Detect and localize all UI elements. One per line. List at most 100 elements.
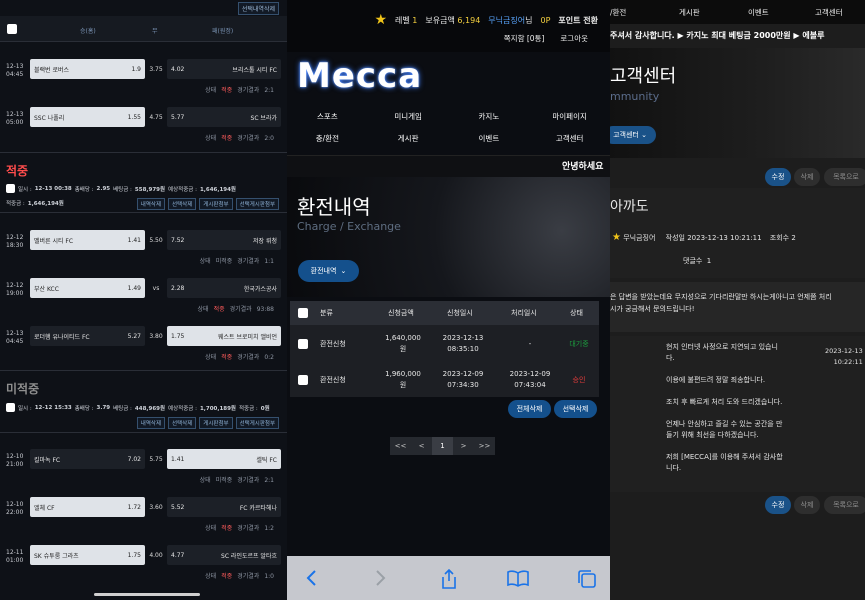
support-dropdown[interactable]: 고객센터 ⌄ <box>610 126 656 144</box>
delete-selected-history-button[interactable]: 선택내역삭제 <box>237 2 279 15</box>
match-time: 12-10 22:00 <box>6 501 24 516</box>
nav-charge-exchange[interactable]: 충/환전 <box>287 133 368 144</box>
forward-icon[interactable] <box>375 569 387 587</box>
tabs-icon[interactable] <box>577 569 597 589</box>
post-meta: ★ 무닉금징어 작성일 2023-12-13 10:21:11 조회수 2 <box>612 232 796 243</box>
home-odds-button[interactable]: SK 슈투룸 그라츠 1.75 <box>30 545 145 565</box>
attach-board-button[interactable]: 게시판첨부 <box>199 417 233 429</box>
draw-odds: 3.80 <box>149 332 163 340</box>
delete-selected-button[interactable]: 선택삭제 <box>168 198 197 210</box>
select-all-checkbox[interactable] <box>298 308 308 318</box>
home-odds-button[interactable]: 로더햄 유나이티드 FC 5.27 <box>30 326 145 346</box>
away-odds-button[interactable]: 1.75 웨스트 브로미치 앨비언 <box>167 326 281 346</box>
row-checkbox[interactable] <box>298 339 308 349</box>
attach-board-button[interactable]: 게시판첨부 <box>199 198 233 210</box>
logout-link[interactable]: 로그아웃 <box>560 33 588 44</box>
match-status: 상태 적중 경기결과 0:2 <box>205 354 274 361</box>
nav-event[interactable]: 이벤트 <box>449 133 530 144</box>
row-checkbox[interactable] <box>298 375 308 385</box>
miss-slip-checkbox[interactable] <box>6 403 15 412</box>
nav-board[interactable]: 게시판 <box>368 133 449 144</box>
home-odds-button[interactable]: 블랙번 로버스 1.9 <box>30 59 145 79</box>
delete-button[interactable]: 삭제 <box>794 496 820 514</box>
away-odds-button[interactable]: 5.52 FC 카르타헤나 <box>167 497 281 517</box>
nav-event[interactable]: 이벤트 <box>748 7 769 18</box>
match-time: 12-13 05:00 <box>6 111 24 126</box>
answer-line: 들기 위해 최선을 다하겠습니다. <box>666 431 759 439</box>
col-request-date: 신청일시 <box>447 309 473 317</box>
nav-support[interactable]: 고객센터 <box>815 7 843 18</box>
match-row: 12-13 05:00 SSC 나폴리 1.55 4.75 5.77 SC 브라가 상… <box>0 103 287 151</box>
prev-page-button[interactable]: < <box>411 437 432 455</box>
list-button[interactable]: 목록으로 <box>824 496 865 514</box>
header-away: 패(원정) <box>212 28 234 35</box>
delete-history-button[interactable]: 내역삭제 <box>136 198 166 210</box>
site-logo[interactable]: Mecca <box>297 56 422 96</box>
miss-slip-buttons: 내역삭제 선택삭제 게시판첨부 선택게시판첨부 <box>136 417 279 429</box>
home-odds-button[interactable]: 킬마녹 FC 7.02 <box>30 449 145 469</box>
first-page-button[interactable]: << <box>390 437 411 455</box>
delete-history-button[interactable]: 내역삭제 <box>136 417 166 429</box>
top-user-bar: ★ 레벨 1 보유금액 6,194 무닉금징어님 0P 포인트 전환 쪽지함 [… <box>287 0 610 52</box>
nav-minigame[interactable]: 미니게임 <box>368 111 449 122</box>
delete-all-button[interactable]: 전체삭제 <box>508 400 551 418</box>
last-page-button[interactable]: >> <box>474 437 495 455</box>
nav-exchange[interactable]: /환전 <box>610 7 626 18</box>
match-time: 12-10 21:00 <box>6 453 24 468</box>
list-button[interactable]: 목록으로 <box>824 168 865 186</box>
away-odds-button[interactable]: 4.77 SC 라인도르프 알타흐 <box>167 545 281 565</box>
page-title: 고객센터 <box>610 66 677 87</box>
match-status: 상태 적중 경기결과 1:2 <box>205 525 274 532</box>
hit-slip-checkbox[interactable] <box>6 184 15 193</box>
select-all-checkbox[interactable] <box>7 24 17 34</box>
nav-board[interactable]: 게시판 <box>679 7 700 18</box>
post-title: 아까도 <box>610 199 649 215</box>
user-action-row: 쪽지함 [0통] 로그아웃 <box>504 33 588 44</box>
chevron-down-icon: ⌄ <box>641 131 647 139</box>
match-status: 상태 미적중 경기결과 2:1 <box>199 477 274 484</box>
main-nav-row1: 스포츠 미니게임 카지노 마이페이지 <box>287 111 610 122</box>
share-icon[interactable] <box>440 569 458 589</box>
away-odds-button[interactable]: 5.77 SC 브라가 <box>167 107 281 127</box>
away-odds-button[interactable]: 7.52 저장 뤼청 <box>167 230 281 250</box>
page-subtitle: Charge / Exchange <box>297 220 401 233</box>
away-odds-button[interactable]: 1.41 셀틱 FC <box>167 449 281 469</box>
home-odds-button[interactable]: SSC 나폴리 1.55 <box>30 107 145 127</box>
page-1-button[interactable]: 1 <box>432 437 453 455</box>
home-odds-button[interactable]: 멜버른 시티 FC 1.41 <box>30 230 145 250</box>
miss-slip-info: 일시 :12-12 15:33 총배당 :3.79 베팅금 :448,969원 … <box>6 403 270 412</box>
nav-mypage[interactable]: 마이페이지 <box>529 111 610 122</box>
answer-line: 니다. <box>666 464 682 472</box>
question-line-1: 은 답변을 받았는데요 무지성으로 기다리란말만 하시는게아니고 언제쯤 처리 <box>610 293 832 301</box>
message-box-link[interactable]: 쪽지함 [0통] <box>504 33 545 44</box>
bookmarks-icon[interactable] <box>507 569 529 587</box>
point-convert-button[interactable]: 포인트 전환 <box>558 15 598 26</box>
page-hero: 환전내역 Charge / Exchange 환전내역 ⌄ <box>287 177 610 297</box>
attach-selected-board-button[interactable]: 선택게시판첨부 <box>235 198 279 210</box>
delete-button[interactable]: 삭제 <box>794 168 820 186</box>
attach-selected-board-button[interactable]: 선택게시판첨부 <box>235 417 279 429</box>
col-type: 분류 <box>320 309 333 317</box>
answer-line <box>666 408 816 419</box>
nav-support[interactable]: 고객센터 <box>529 133 610 144</box>
home-odds-button[interactable]: 부산 KCC 1.49 <box>30 278 145 298</box>
edit-button[interactable]: 수정 <box>765 496 791 514</box>
next-page-button[interactable]: > <box>453 437 474 455</box>
nav-casino[interactable]: 카지노 <box>449 111 530 122</box>
delete-selected-button[interactable]: 선택삭제 <box>168 417 197 429</box>
hit-slip-buttons: 내역삭제 선택삭제 게시판첨부 선택게시판첨부 <box>136 198 279 210</box>
back-icon[interactable] <box>305 569 317 587</box>
match-status: 상태 적중 경기결과 1:0 <box>205 573 274 580</box>
user-name: 무닉금징어님 <box>488 15 533 25</box>
answer-line: 저희 [MECCA]를 이용해 주셔서 감사합 <box>666 453 783 461</box>
away-odds-button[interactable]: 4.02 브리스톨 시티 FC <box>167 59 281 79</box>
edit-button[interactable]: 수정 <box>765 168 791 186</box>
away-odds-button[interactable]: 2.28 한국가스공사 <box>167 278 281 298</box>
home-odds-button[interactable]: 엘체 CF 1.72 <box>30 497 145 517</box>
nav-sports[interactable]: 스포츠 <box>287 111 368 122</box>
delete-selected-button[interactable]: 선택삭제 <box>554 400 597 418</box>
support-hero: 고객센터 mmunity 고객센터 ⌄ <box>610 48 865 158</box>
pagination: << < 1 > >> <box>390 437 495 455</box>
history-dropdown[interactable]: 환전내역 ⌄ <box>298 260 359 282</box>
comment-count: 댓글수 1 <box>683 257 712 265</box>
